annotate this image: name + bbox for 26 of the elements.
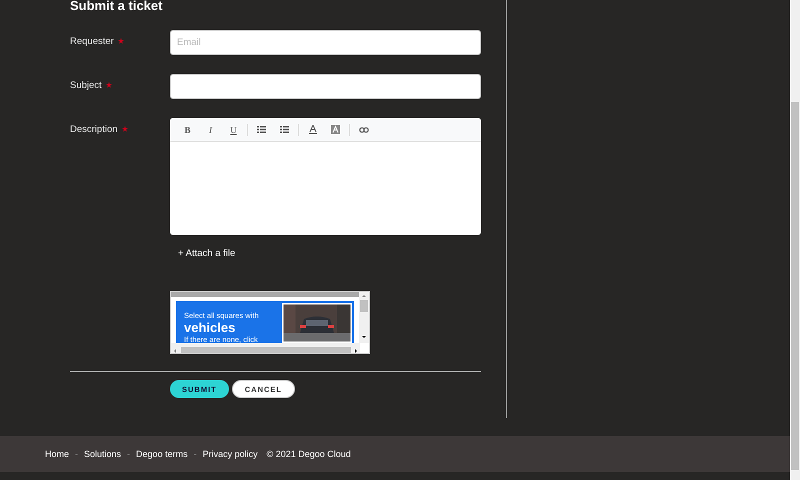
field-label: Description (70, 124, 118, 135)
copyright-text: © 2021 Degoo Cloud (266, 449, 351, 459)
field-label: Requester (70, 36, 114, 47)
text-color-icon (308, 125, 316, 134)
attach-file-link[interactable]: + Attach a file (178, 248, 236, 259)
format-button[interactable]: U (222, 120, 245, 138)
separator-text: - (194, 449, 197, 459)
highlight-icon (331, 125, 340, 134)
text-field[interactable] (170, 74, 481, 99)
field-label: Subject (70, 80, 102, 91)
page-title: Submit a ticket (70, 0, 164, 13)
rich-text-editor[interactable]: B I U (170, 118, 481, 235)
footer-link[interactable]: Degoo terms (136, 449, 188, 459)
numbered-list-icon (280, 126, 289, 133)
link-icon (358, 126, 368, 132)
separator-text: - (127, 449, 130, 459)
separator-text: - (75, 449, 78, 459)
format-button[interactable]: I (199, 120, 222, 138)
text-field[interactable]: Email (170, 30, 481, 55)
footer-link[interactable]: Home (45, 449, 70, 459)
format-button[interactable]: B (176, 120, 199, 138)
footer-link[interactable]: Privacy policy (202, 449, 258, 459)
captcha-keyword: vehicles (184, 320, 236, 335)
window-scrollbar[interactable] (790, 0, 800, 480)
footer-link[interactable]: Solutions (84, 449, 122, 459)
bulleted-list-icon (257, 126, 266, 133)
